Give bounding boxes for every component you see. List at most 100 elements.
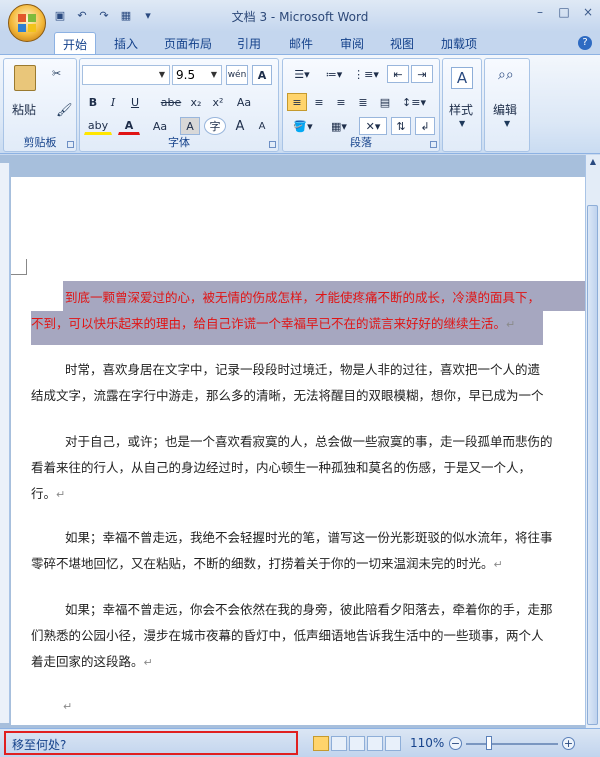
ribbon-tabs: 开始 插入 页面布局 引用 邮件 审阅 视图 加载项 bbox=[0, 32, 600, 54]
chevron-down-icon[interactable]: ▼ bbox=[208, 67, 220, 83]
text-line: 结成文字，流露在字行中游走，那么多的清晰，无法将醒目的双眼模糊，想你，早已成为一… bbox=[31, 388, 544, 403]
scroll-up-icon[interactable]: ▲ bbox=[588, 157, 598, 167]
office-button[interactable] bbox=[8, 4, 46, 42]
paste-button[interactable]: 粘贴 bbox=[10, 63, 42, 121]
shading-icon[interactable]: 🪣▾ bbox=[287, 117, 319, 135]
bullets-icon[interactable]: ☰▾ bbox=[287, 65, 317, 83]
align-right-icon[interactable]: ≡ bbox=[331, 93, 351, 111]
styles-group[interactable]: A 样式 ▼ bbox=[442, 58, 482, 152]
shrink-font-button[interactable]: A bbox=[252, 117, 272, 135]
tab-review[interactable]: 审阅 bbox=[340, 35, 364, 52]
text-line: 着走回家的这段路。↵ bbox=[31, 654, 153, 669]
draft-view-button[interactable] bbox=[385, 736, 401, 751]
tab-insert[interactable]: 插入 bbox=[114, 35, 138, 52]
crop-mark bbox=[11, 259, 27, 275]
status-bar: 移至何处? 110% − + bbox=[0, 728, 600, 757]
chevron-down-icon[interactable]: ▼ bbox=[156, 67, 168, 83]
superscript-button[interactable]: x² bbox=[208, 93, 228, 111]
outline-view-button[interactable] bbox=[367, 736, 383, 751]
sort-icon[interactable]: ⇅ bbox=[391, 117, 411, 135]
font-name-combo[interactable]: ▼ bbox=[82, 65, 170, 85]
editing-label: 编辑 bbox=[493, 103, 518, 117]
align-center-icon[interactable]: ≡ bbox=[309, 93, 329, 111]
text-line: 不到，可以快乐起来的理由，给自己诈谎一个幸福早已不在的谎言来好好的继续生活。↵ bbox=[31, 316, 516, 331]
zoom-level[interactable]: 110% bbox=[410, 736, 444, 750]
text-line: 如果；幸福不曾走远，你会不会依然在我的身旁，彼此陪看夕阳落去，牵着你的手，走那 bbox=[65, 602, 553, 617]
paragraph-group-label: 段落 bbox=[350, 136, 372, 149]
full-screen-reading-view-button[interactable] bbox=[331, 736, 347, 751]
binoculars-icon: ⌕⌕ bbox=[498, 67, 514, 83]
enclose-char-button[interactable]: 字 bbox=[204, 117, 226, 135]
text-line: 对于自己，或许；也是一个喜欢看寂寞的人，总会做一些寂寞的事，走一段孤单而悲伤的 bbox=[65, 434, 553, 449]
multilevel-list-icon[interactable]: ⋮≡▾ bbox=[351, 65, 381, 83]
strikethrough-button[interactable]: abe bbox=[158, 93, 184, 111]
cut-icon[interactable]: ✂ bbox=[52, 67, 61, 80]
line-spacing-icon[interactable]: ↕≡▾ bbox=[397, 93, 431, 111]
bold-button[interactable]: B bbox=[84, 93, 102, 111]
grow-font-button[interactable]: A bbox=[230, 117, 250, 135]
chevron-down-icon: ▼ bbox=[459, 119, 466, 128]
view-buttons bbox=[313, 736, 401, 751]
tab-home[interactable]: 开始 bbox=[54, 32, 97, 54]
decrease-indent-icon[interactable]: ⇤ bbox=[387, 65, 409, 83]
tab-references[interactable]: 引用 bbox=[237, 35, 261, 52]
paragraph-1: 到底一颗曾深爱过的心，被无情的伤成怎样，才能使疼痛不断的成长，冷漠的面具下， 不… bbox=[31, 285, 589, 337]
paragraph-mark: ↵ bbox=[56, 488, 66, 501]
window-controls: – □ × bbox=[534, 5, 594, 19]
text-line: 零碎不堪地回忆，又在粘贴，不断的细数，打捞着关于你的一切来温润未完的时光。↵ bbox=[31, 556, 503, 571]
paragraph-4: 如果；幸福不曾走远，我绝不会轻握时光的笔，谱写这一份光影斑驳的似水流年，将往事 … bbox=[31, 525, 589, 577]
help-icon[interactable]: ? bbox=[578, 36, 592, 50]
clear-formatting-button[interactable]: Aa bbox=[230, 93, 258, 111]
subscript-button[interactable]: x₂ bbox=[186, 93, 206, 111]
tab-page-layout[interactable]: 页面布局 bbox=[164, 35, 212, 52]
tab-mailings[interactable]: 邮件 bbox=[289, 35, 313, 52]
status-message: 移至何处? bbox=[4, 731, 298, 755]
paragraph-launcher[interactable] bbox=[430, 141, 437, 148]
font-color-button[interactable]: A bbox=[118, 117, 140, 135]
align-left-icon[interactable]: ≡ bbox=[287, 93, 307, 111]
print-layout-view-button[interactable] bbox=[313, 736, 329, 751]
text-line: 如果；幸福不曾走远，我绝不会轻握时光的笔，谱写这一份光影斑驳的似水流年，将往事 bbox=[65, 530, 553, 545]
paragraph-mark: ↵ bbox=[506, 318, 516, 331]
font-group: ▼ 9.5 ▼ wén A B I U abe x₂ x² Aa aby A A… bbox=[79, 58, 279, 152]
char-border-button[interactable]: A bbox=[252, 65, 272, 85]
minimize-button[interactable]: – bbox=[534, 5, 546, 19]
close-button[interactable]: × bbox=[582, 5, 594, 19]
phonetic-guide-button[interactable]: wén bbox=[226, 65, 248, 85]
zoom-slider-thumb[interactable] bbox=[486, 736, 492, 750]
italic-button[interactable]: I bbox=[104, 93, 122, 111]
tab-view[interactable]: 视图 bbox=[390, 35, 414, 52]
font-launcher[interactable] bbox=[269, 141, 276, 148]
justify-icon[interactable]: ≣ bbox=[353, 93, 373, 111]
zoom-out-button[interactable]: − bbox=[449, 737, 462, 750]
editing-group[interactable]: ⌕⌕ 编辑 ▼ bbox=[484, 58, 530, 152]
underline-button[interactable]: U bbox=[124, 93, 146, 111]
char-shading-button[interactable]: A bbox=[180, 117, 200, 135]
show-marks-icon[interactable]: ↲ bbox=[415, 117, 435, 135]
distributed-icon[interactable]: ▤ bbox=[375, 93, 395, 111]
borders-icon[interactable]: ▦▾ bbox=[323, 117, 355, 135]
clipboard-group-label: 剪贴板 bbox=[23, 136, 57, 149]
asian-layout-icon[interactable]: ✕▾ bbox=[359, 117, 387, 135]
numbering-icon[interactable]: ≔▾ bbox=[319, 65, 349, 83]
highlight-button[interactable]: aby bbox=[84, 117, 112, 135]
document-page[interactable]: 到底一颗曾深爱过的心，被无情的伤成怎样，才能使疼痛不断的成长，冷漠的面具下， 不… bbox=[11, 177, 589, 725]
paste-icon bbox=[14, 65, 36, 91]
increase-indent-icon[interactable]: ⇥ bbox=[411, 65, 433, 83]
chevron-down-icon: ▼ bbox=[504, 119, 511, 128]
font-size-combo[interactable]: 9.5 ▼ bbox=[172, 65, 222, 85]
maximize-button[interactable]: □ bbox=[558, 5, 570, 19]
zoom-slider[interactable] bbox=[466, 743, 558, 745]
scrollbar-thumb[interactable] bbox=[587, 205, 598, 725]
paragraph-mark: ↵ bbox=[63, 700, 73, 713]
web-layout-view-button[interactable] bbox=[349, 736, 365, 751]
change-case-button[interactable]: Aa bbox=[146, 117, 174, 135]
vertical-ruler bbox=[0, 163, 10, 723]
format-painter-icon[interactable]: 🖌 bbox=[56, 103, 73, 118]
clipboard-launcher[interactable] bbox=[67, 141, 74, 148]
tab-addins[interactable]: 加载项 bbox=[441, 35, 477, 52]
text-line: 行。↵ bbox=[31, 486, 66, 501]
styles-label: 样式 bbox=[449, 103, 474, 117]
paragraph-3: 对于自己，或许；也是一个喜欢看寂寞的人，总会做一些寂寞的事，走一段孤单而悲伤的 … bbox=[31, 429, 589, 507]
zoom-in-button[interactable]: + bbox=[562, 737, 575, 750]
